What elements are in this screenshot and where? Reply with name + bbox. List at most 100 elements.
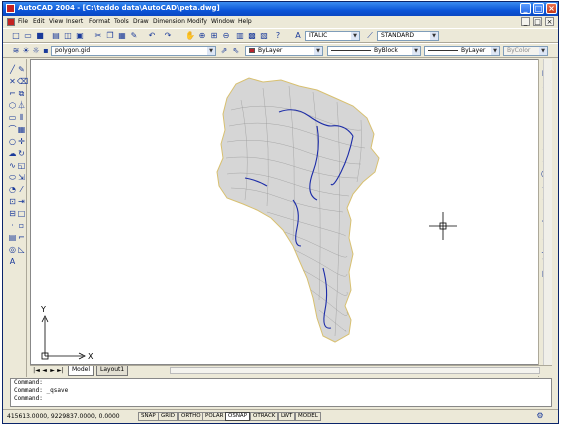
mirror-icon[interactable]: ⏃ (17, 101, 26, 110)
redo-icon[interactable]: ↷ (163, 31, 173, 41)
snap-toggle[interactable]: SNAP (138, 412, 159, 421)
save-icon[interactable]: ■ (35, 31, 45, 41)
grid-toggle[interactable]: GRID (158, 412, 178, 421)
insert-block-icon[interactable]: ⊡ (8, 197, 17, 206)
menu-format[interactable]: Format (89, 18, 110, 25)
rectangle-icon[interactable]: ▭ (8, 113, 17, 122)
menu-dimension[interactable]: Dimension (153, 18, 185, 25)
break-at-point-icon[interactable]: ▫ (17, 221, 26, 230)
spline-icon[interactable]: ∿ (8, 161, 17, 170)
erase-icon[interactable]: ⌫ (17, 77, 28, 86)
tab-model[interactable]: Model (68, 366, 95, 376)
undo-icon[interactable]: ↶ (147, 31, 157, 41)
command-prompt[interactable]: Command: (14, 395, 551, 403)
plot-icon[interactable]: ▣ (75, 31, 85, 41)
ellipse-arc-icon[interactable]: ◔ (8, 185, 17, 194)
layer-previous-icon[interactable]: ⇖ (231, 46, 241, 56)
menu-modify[interactable]: Modify (187, 18, 207, 25)
match-icon[interactable]: ✎ (129, 31, 139, 41)
horizontal-scrollbar[interactable] (170, 367, 540, 374)
maximize-button[interactable]: □ (533, 3, 544, 14)
autocad-app-icon[interactable] (6, 4, 15, 13)
trim-icon[interactable]: ⁄ (17, 185, 26, 194)
pan-icon[interactable]: ✋ (185, 31, 195, 41)
rotate-icon[interactable]: ↻ (17, 149, 26, 158)
revcloud-icon[interactable]: ☁ (8, 149, 17, 158)
first-tab-icon[interactable]: |◄ (33, 367, 40, 374)
otrack-toggle[interactable]: OTRACK (250, 412, 279, 421)
print-icon[interactable]: ▤ (51, 31, 61, 41)
offset-icon[interactable]: ⫴ (17, 113, 26, 122)
hatch-icon[interactable]: ▤ (8, 233, 17, 242)
join-icon[interactable]: ⌐ (17, 233, 26, 242)
help-icon[interactable]: ? (273, 31, 283, 41)
break-icon[interactable]: □ (17, 209, 26, 218)
osnap-toggle[interactable]: OSNAP (225, 412, 251, 421)
region-icon[interactable]: ◎ (8, 245, 17, 254)
menu-draw[interactable]: Draw (133, 18, 149, 25)
xline-icon[interactable]: ✕ (8, 77, 17, 86)
make-block-icon[interactable]: ⊟ (8, 209, 17, 218)
lwt-toggle[interactable]: LWT (278, 412, 296, 421)
arc-icon[interactable]: ⌒ (8, 125, 17, 134)
polygon-icon[interactable]: ⬡ (8, 101, 17, 110)
cut-icon[interactable]: ✂ (93, 31, 103, 41)
ortho-toggle[interactable]: ORTHO (178, 412, 204, 421)
drawing-area[interactable]: Y X (30, 59, 543, 365)
zoom-realtime-icon[interactable]: ⊕ (197, 31, 207, 41)
tab-layout1[interactable]: Layout1 (96, 366, 129, 376)
paste-icon[interactable]: ▦ (117, 31, 127, 41)
ellipse-icon[interactable]: ⬭ (8, 173, 17, 182)
vertical-scrollbar[interactable] (543, 59, 552, 365)
last-tab-icon[interactable]: ►| (57, 367, 64, 374)
text-style-select[interactable]: ITALIC ▼ (305, 31, 360, 41)
menu-tools[interactable]: Tools (114, 18, 129, 25)
mtext-icon[interactable]: A (8, 257, 17, 266)
zoom-previous-icon[interactable]: ⊖ (221, 31, 231, 41)
menu-file[interactable]: File (18, 18, 28, 25)
command-line[interactable]: Command: Command: _qsave Command: (10, 378, 552, 407)
preview-icon[interactable]: ◫ (63, 31, 73, 41)
tool-palettes-icon[interactable]: ▧ (259, 31, 269, 41)
new-icon[interactable]: □ (11, 31, 21, 41)
prev-tab-icon[interactable]: ◄ (41, 367, 48, 374)
line-icon[interactable]: ╱ (8, 65, 17, 74)
stretch-icon[interactable]: ⇲ (17, 173, 26, 182)
copy-icon[interactable]: ❐ (105, 31, 115, 41)
point-icon[interactable]: · (8, 221, 17, 230)
menu-help[interactable]: Help (238, 18, 252, 25)
circle-icon[interactable]: ○ (8, 137, 17, 146)
move-icon[interactable]: ✛ (17, 137, 26, 146)
doc-minimize-button[interactable]: _ (521, 17, 530, 26)
linetype-select[interactable]: ByBlock ▼ (327, 46, 421, 56)
array-icon[interactable]: ▦ (17, 125, 26, 134)
minimize-button[interactable]: _ (520, 3, 531, 14)
menu-insert[interactable]: Insert (66, 18, 83, 25)
layer-manager-icon[interactable]: ≋ (11, 46, 21, 56)
doc-close-button[interactable]: × (545, 17, 554, 26)
coordinate-readout[interactable]: 415613.0000, 9229837.0000, 0.0000 (7, 413, 120, 420)
zoom-window-icon[interactable]: ⊞ (209, 31, 219, 41)
menu-window[interactable]: Window (211, 18, 235, 25)
polyline-icon[interactable]: ⌐ (8, 89, 17, 98)
lineweight-select[interactable]: ByLayer ▼ (424, 46, 500, 56)
layer-select[interactable]: polygon.gid ▼ (51, 46, 216, 56)
next-tab-icon[interactable]: ► (49, 367, 56, 374)
menu-edit[interactable]: Edit (33, 18, 45, 25)
copy-object-icon[interactable]: ⧉ (17, 89, 26, 98)
color-select[interactable]: ByLayer ▼ (245, 46, 323, 56)
pencil-icon[interactable]: ✎ (17, 65, 26, 74)
extend-icon[interactable]: ⇥ (17, 197, 26, 206)
polar-toggle[interactable]: POLAR (202, 412, 227, 421)
document-icon[interactable] (7, 18, 15, 26)
chamfer-icon[interactable]: ◺ (17, 245, 26, 254)
model-toggle[interactable]: MODEL (295, 412, 321, 421)
open-icon[interactable]: ▭ (23, 31, 33, 41)
tray-settings-icon[interactable]: ⚙ (535, 411, 545, 421)
close-button[interactable]: × (546, 3, 557, 14)
properties-icon[interactable]: ▥ (235, 31, 245, 41)
make-current-icon[interactable]: ⇗ (219, 46, 229, 56)
doc-restore-button[interactable]: □ (533, 17, 542, 26)
dim-style-select[interactable]: STANDARD ▼ (377, 31, 439, 41)
scale-icon[interactable]: ◱ (17, 161, 26, 170)
